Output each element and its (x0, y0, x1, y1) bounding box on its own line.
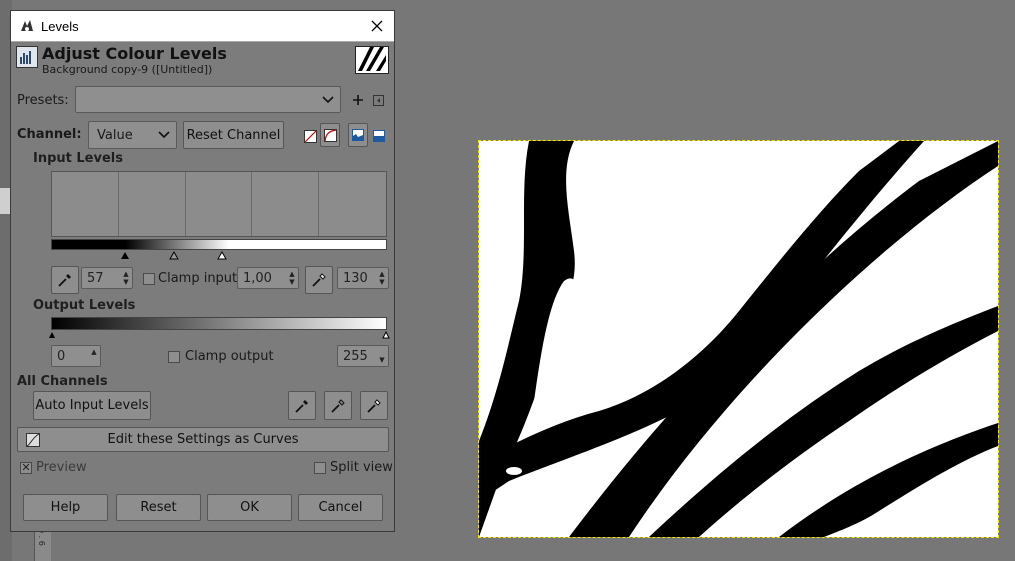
split-view-checkbox[interactable] (314, 462, 326, 474)
spin-arrows-icon[interactable]: ▲ ▼ (120, 270, 132, 286)
image-canvas[interactable] (479, 141, 998, 537)
dialog-heading: Adjust Colour Levels (42, 44, 227, 63)
clamp-output-label: Clamp output (185, 349, 274, 364)
reset-channel-button[interactable]: Reset Channel (183, 121, 284, 149)
histogram-filled-icon[interactable] (370, 127, 388, 145)
black-eyedropper-icon[interactable] (288, 391, 316, 420)
preset-menu-icon[interactable] (369, 91, 387, 109)
levels-dialog: Levels Adjust Colour Levels Background c… (10, 10, 395, 532)
channel-value: Value (97, 127, 133, 143)
histogram-view-icon[interactable] (348, 123, 368, 147)
help-button[interactable]: Help (23, 494, 108, 521)
input-low-spinner[interactable]: 57 ▲ ▼ (81, 267, 133, 289)
clamp-input-checkbox[interactable] (143, 273, 155, 285)
edit-as-curves-button[interactable]: Edit these Settings as Curves (17, 427, 389, 452)
linear-histogram-icon[interactable] (301, 127, 319, 145)
output-low-handle[interactable] (47, 330, 57, 340)
preview-label: Preview (36, 460, 87, 475)
close-icon[interactable] (368, 17, 386, 35)
all-channels-heading: All Channels (17, 374, 108, 389)
spin-arrows-icon[interactable]: ▼ (376, 348, 388, 364)
dialog-header: Adjust Colour Levels Background copy-9 (… (11, 42, 394, 78)
output-high-handle[interactable] (381, 330, 391, 340)
preview-checkbox[interactable]: ✕ (20, 462, 32, 474)
auto-input-levels-button[interactable]: Auto Input Levels (33, 391, 151, 420)
clamp-output-checkbox[interactable] (168, 351, 180, 363)
spin-arrows-icon[interactable]: ▲ (88, 348, 100, 364)
input-high-spinner[interactable]: 130 ▲ ▼ (337, 267, 389, 289)
dialog-title: Levels (41, 18, 79, 34)
curves-icon (24, 431, 42, 449)
output-low-spinner[interactable]: 0 ▲ (51, 345, 101, 367)
gimp-wilber-icon (19, 18, 35, 34)
layer-thumbnail (355, 46, 389, 74)
clamp-input-label: Clamp input (158, 271, 238, 286)
input-histogram (51, 171, 387, 237)
input-gamma-spinner[interactable]: 1,00 ▲ ▼ (237, 267, 299, 289)
output-low-value: 0 (57, 348, 66, 364)
presets-combo[interactable] (75, 86, 341, 113)
cancel-button[interactable]: Cancel (298, 494, 383, 521)
presets-label: Presets: (17, 93, 69, 108)
chevron-down-icon (158, 131, 170, 139)
reset-button[interactable]: Reset (116, 494, 201, 521)
dialog-subheading: Background copy-9 ([Untitled]) (42, 63, 213, 76)
split-view-label: Split view (330, 460, 393, 475)
output-high-value: 255 (343, 348, 368, 364)
background-widget (0, 188, 10, 214)
input-high-handle[interactable] (216, 250, 228, 260)
white-point-eyedropper-icon[interactable] (305, 266, 333, 294)
canvas-image (479, 141, 998, 537)
input-low-handle[interactable] (119, 250, 131, 260)
levels-histogram-icon (16, 46, 38, 68)
input-levels-heading: Input Levels (33, 151, 123, 166)
dialog-titlebar[interactable]: Levels (11, 11, 394, 42)
gray-eyedropper-icon[interactable] (324, 391, 352, 420)
add-preset-icon[interactable] (349, 91, 367, 109)
output-levels-heading: Output Levels (33, 298, 136, 313)
white-eyedropper-icon[interactable] (360, 391, 388, 420)
spin-arrows-icon[interactable]: ▲ ▼ (286, 270, 298, 286)
input-low-value: 57 (87, 270, 104, 286)
channel-combo[interactable]: Value (88, 121, 177, 149)
edit-as-curves-label: Edit these Settings as Curves (107, 432, 299, 447)
channel-label: Channel: (17, 127, 82, 142)
input-levels-gradient (51, 239, 387, 250)
log-histogram-icon[interactable] (320, 123, 340, 147)
output-high-spinner[interactable]: 255 ▼ (337, 345, 389, 367)
input-gamma-value: 1,00 (243, 270, 272, 286)
input-gamma-handle[interactable] (168, 250, 180, 260)
output-levels-gradient (51, 317, 387, 330)
chevron-down-icon (322, 95, 334, 103)
ok-button[interactable]: OK (207, 494, 292, 521)
input-high-value: 130 (343, 270, 368, 286)
spin-arrows-icon[interactable]: ▲ ▼ (376, 270, 388, 286)
black-point-eyedropper-icon[interactable] (51, 266, 79, 294)
